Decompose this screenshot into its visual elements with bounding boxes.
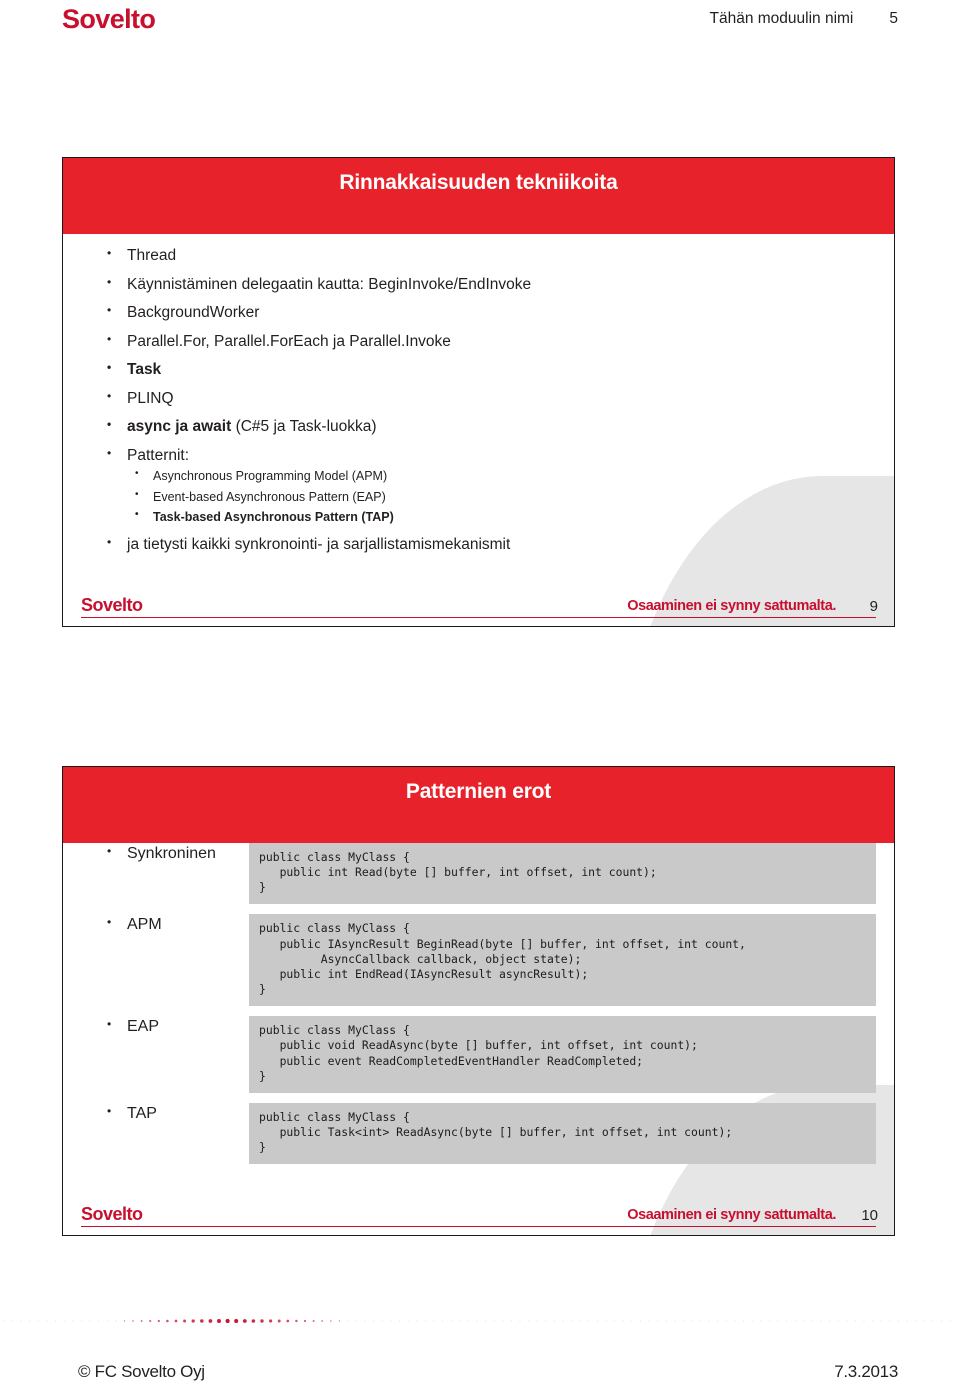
list-item: Task-based Asynchronous Pattern (TAP) bbox=[127, 510, 894, 524]
bullet-text: async ja await bbox=[127, 418, 232, 435]
sub-bullet-text: Event-based Asynchronous Pattern (EAP) bbox=[153, 489, 386, 504]
table-row: TAP public class MyClass { public Task<i… bbox=[63, 1102, 894, 1165]
bullet-text: Parallel.For, Parallel.ForEach ja Parall… bbox=[127, 332, 451, 350]
bullet-text: Thread bbox=[127, 247, 177, 264]
pattern-label: TAP bbox=[63, 1103, 249, 1122]
list-item: ja tietysti kaikki synkronointi- ja sarj… bbox=[63, 535, 894, 553]
dotted-divider bbox=[0, 1318, 960, 1324]
slide-2-footer: Sovelto Osaaminen ei synny sattumalta. 1… bbox=[63, 1201, 894, 1235]
slide-2-body: Synkroninen public class MyClass { publi… bbox=[63, 843, 894, 1165]
footer-slogan: Osaaminen ei synny sattumalta. bbox=[627, 598, 836, 614]
sub-bullet-text: Asynchronous Programming Model (APM) bbox=[153, 469, 388, 483]
copyright-text: © FC Sovelto Oyj bbox=[78, 1362, 205, 1381]
sovelto-logo: Sovelto bbox=[62, 4, 156, 34]
sub-bullet-text: Task-based Asynchronous Pattern (TAP) bbox=[153, 510, 394, 524]
table-row: Synkroninen public class MyClass { publi… bbox=[63, 843, 894, 905]
footer-divider bbox=[81, 617, 876, 618]
list-item: Parallel.For, Parallel.ForEach ja Parall… bbox=[63, 332, 894, 350]
bullet-text: ja tietysti kaikki synkronointi- ja sarj… bbox=[127, 535, 511, 553]
slide-1-bullet-list: Thread Käynnistäminen delegaatin kautta:… bbox=[63, 247, 894, 553]
slide-1-sub-bullet-list: Asynchronous Programming Model (APM) Eve… bbox=[127, 469, 894, 524]
slide-2-title-bar: Patternien erot bbox=[63, 767, 894, 843]
list-item: Thread bbox=[63, 247, 894, 264]
pattern-label: EAP bbox=[63, 1016, 249, 1035]
slide-1-title: Rinnakkaisuuden tekniikoita bbox=[339, 171, 618, 194]
footer-divider bbox=[81, 1226, 876, 1227]
pattern-label: APM bbox=[63, 914, 249, 933]
page-footer: © FC Sovelto Oyj 7.3.2013 bbox=[0, 1304, 960, 1394]
header-page-number: 5 bbox=[889, 10, 898, 27]
table-row: EAP public class MyClass { public void R… bbox=[63, 1016, 894, 1093]
page-header-right: Tähän moduulin nimi 5 bbox=[709, 10, 898, 28]
list-item: Käynnistäminen delegaatin kautta: BeginI… bbox=[63, 275, 894, 293]
footer-brand-logo: Sovelto bbox=[81, 1204, 143, 1224]
list-item: PLINQ bbox=[63, 389, 894, 407]
slide-2-title: Patternien erot bbox=[405, 780, 552, 803]
code-block: public class MyClass { public Task<int> … bbox=[249, 1102, 876, 1165]
code-block: public class MyClass { public int Read(b… bbox=[249, 843, 876, 905]
bullet-text: Patternit: bbox=[127, 446, 190, 464]
slide-number: 10 bbox=[861, 1207, 878, 1224]
slide-1-title-bar: Rinnakkaisuuden tekniikoita bbox=[63, 158, 894, 234]
footer-slogan: Osaaminen ei synny sattumalta. bbox=[627, 1207, 836, 1223]
bullet-text: PLINQ bbox=[127, 389, 174, 407]
list-item: Asynchronous Programming Model (APM) bbox=[127, 469, 894, 483]
bullet-text: Käynnistäminen delegaatin kautta: BeginI… bbox=[127, 275, 532, 293]
pattern-label: Synkroninen bbox=[63, 843, 249, 862]
list-item: Event-based Asynchronous Pattern (EAP) bbox=[127, 489, 894, 504]
list-item: BackgroundWorker bbox=[63, 304, 894, 321]
module-title: Tähän moduulin nimi bbox=[709, 10, 854, 27]
footer-brand-logo: Sovelto bbox=[81, 595, 143, 615]
slide-patternien-erot: Patternien erot Synkroninen public class… bbox=[62, 766, 895, 1236]
bullet-text-suffix: (C#5 ja Task-luokka) bbox=[231, 418, 377, 435]
list-item: async ja await (C#5 ja Task-luokka) bbox=[63, 418, 894, 435]
footer-date: 7.3.2013 bbox=[834, 1362, 898, 1381]
slide-1-footer: Sovelto Osaaminen ei synny sattumalta. 9 bbox=[63, 592, 894, 626]
slide-rinnakkaisuuden-tekniikoita: Rinnakkaisuuden tekniikoita Thread Käynn… bbox=[62, 157, 895, 627]
table-row: APM public class MyClass { public IAsync… bbox=[63, 914, 894, 1007]
list-item: Task bbox=[63, 361, 894, 378]
list-item: Patternit: Asynchronous Programming Mode… bbox=[63, 446, 894, 524]
bullet-text: BackgroundWorker bbox=[127, 304, 260, 321]
bullet-text: Task bbox=[127, 361, 162, 378]
code-block: public class MyClass { public void ReadA… bbox=[249, 1016, 876, 1093]
slide-1-body: Thread Käynnistäminen delegaatin kautta:… bbox=[63, 234, 894, 552]
page-header: Sovelto Tähän moduulin nimi 5 bbox=[0, 0, 960, 56]
slide-number: 9 bbox=[869, 598, 878, 615]
code-block: public class MyClass { public IAsyncResu… bbox=[249, 914, 876, 1007]
